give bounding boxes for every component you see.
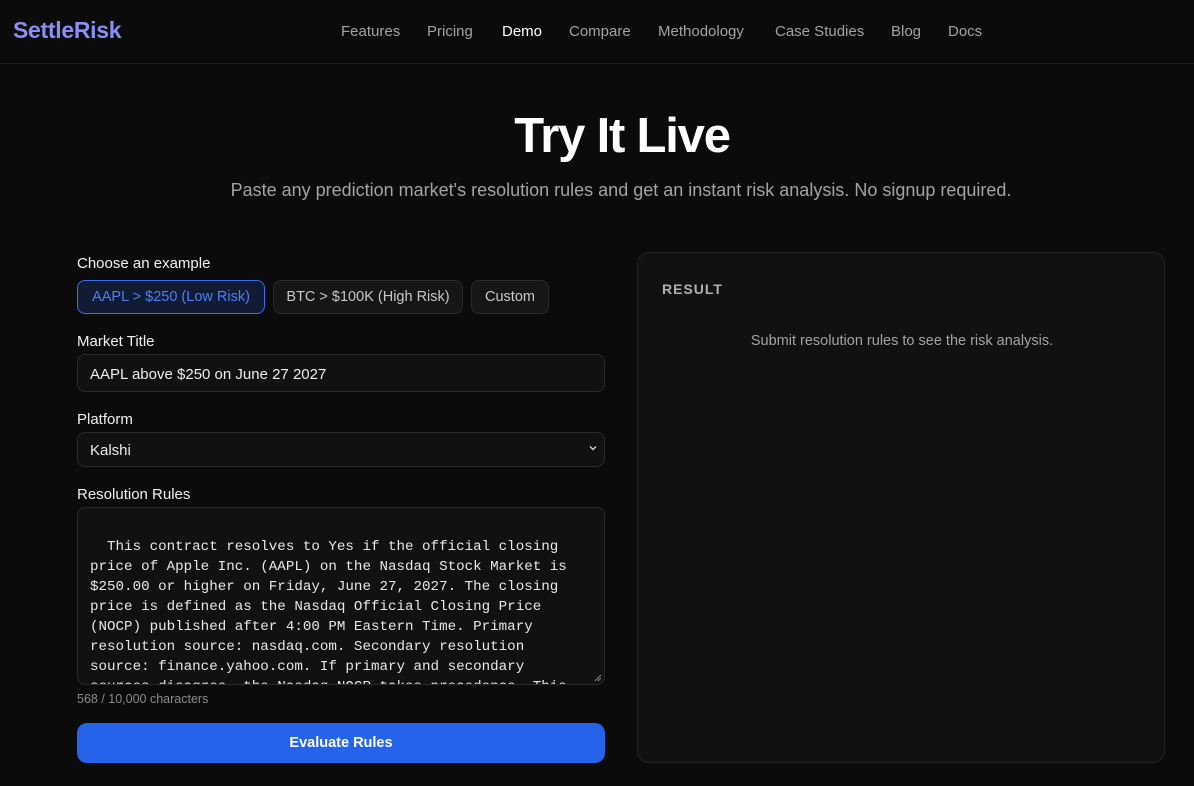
example-chip-aapl[interactable]: AAPL > $250 (Low Risk): [77, 280, 265, 314]
resolution-rules-textarea[interactable]: This contract resolves to Yes if the off…: [77, 507, 605, 685]
resolution-rules-label: Resolution Rules: [77, 486, 191, 503]
result-empty-state: Submit resolution rules to see the risk …: [750, 333, 1054, 349]
example-chip-btc[interactable]: BTC > $100K (High Risk): [273, 280, 463, 314]
result-panel: RESULT Submit resolution rules to see th…: [637, 252, 1165, 763]
market-title-label: Market Title: [77, 333, 155, 350]
nav-item-docs[interactable]: Docs: [948, 23, 982, 40]
nav-item-blog[interactable]: Blog: [891, 23, 921, 40]
chevron-down-icon: [589, 446, 597, 451]
character-count: 568 / 10,000 characters: [77, 692, 209, 706]
resolution-rules-text: This contract resolves to Yes if the off…: [90, 539, 567, 684]
main-nav: Features Pricing Demo Compare Methodolog…: [0, 0, 1194, 64]
resize-handle-icon[interactable]: [593, 673, 602, 682]
top-navbar: SettleRisk Features Pricing Demo Compare…: [0, 0, 1194, 64]
example-chip-custom[interactable]: Custom: [471, 280, 549, 314]
nav-item-pricing[interactable]: Pricing: [427, 23, 473, 40]
page-subtitle: Paste any prediction market's resolution…: [230, 180, 1012, 200]
nav-item-case-studies[interactable]: Case Studies: [775, 23, 864, 40]
examples-label: Choose an example: [77, 255, 211, 272]
market-title-input[interactable]: AAPL above $250 on June 27 2027: [77, 354, 605, 392]
nav-item-compare[interactable]: Compare: [569, 23, 631, 40]
nav-item-features[interactable]: Features: [341, 23, 400, 40]
platform-label: Platform: [77, 411, 133, 428]
platform-select[interactable]: Kalshi: [77, 432, 605, 467]
result-heading: RESULT: [662, 281, 723, 297]
platform-selected-value: Kalshi: [90, 442, 131, 459]
nav-item-methodology[interactable]: Methodology: [658, 23, 744, 40]
page-title: Try It Live: [514, 109, 731, 163]
nav-item-demo[interactable]: Demo: [502, 23, 542, 40]
evaluate-rules-button[interactable]: Evaluate Rules: [77, 723, 605, 763]
